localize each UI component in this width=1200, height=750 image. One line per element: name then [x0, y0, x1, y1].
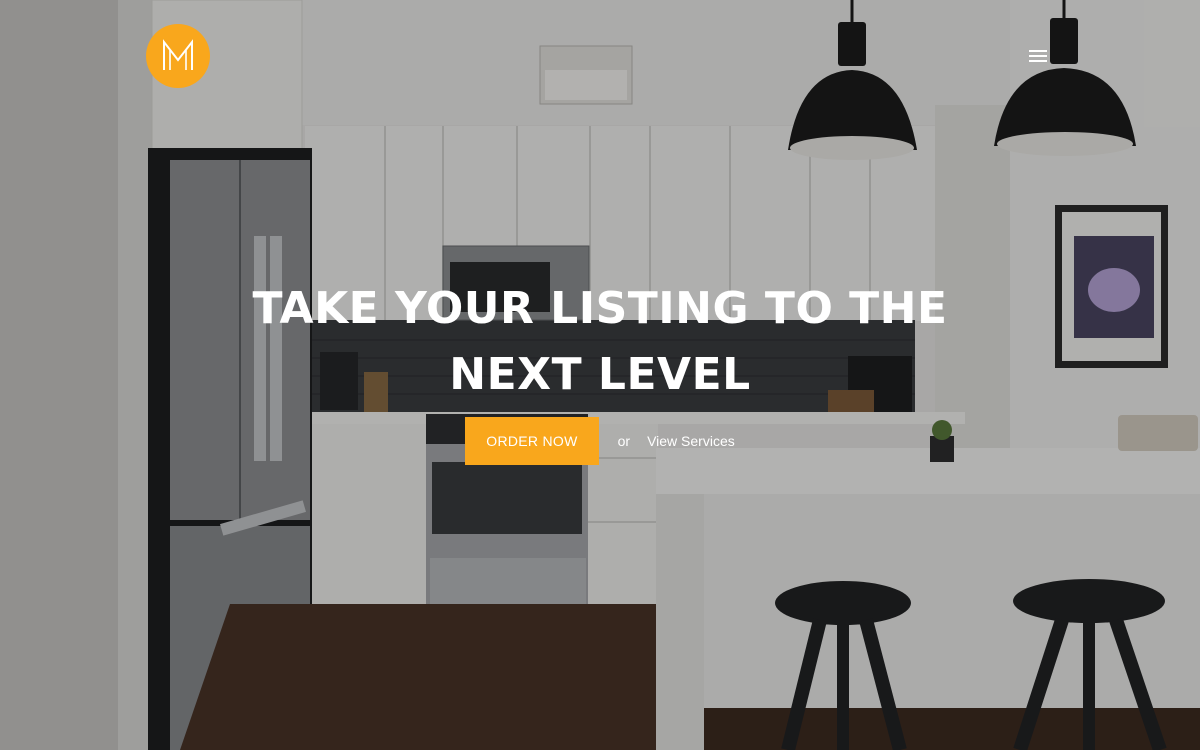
hamburger-menu-icon	[1029, 50, 1047, 62]
cta-separator-text: or	[617, 433, 631, 449]
hero-cta-row: ORDER NOW or View Services	[0, 417, 1200, 465]
view-services-link[interactable]: View Services	[647, 433, 735, 449]
monogram-logo-icon	[146, 24, 210, 88]
hero-headline-line-1: TAKE YOUR LISTING TO THE	[252, 283, 948, 334]
hero-headline: TAKE YOUR LISTING TO THE NEXT LEVEL	[150, 276, 1050, 408]
site-logo[interactable]	[146, 24, 210, 88]
hero-section: TAKE YOUR LISTING TO THE NEXT LEVEL ORDE…	[0, 0, 1200, 750]
hamburger-menu-button[interactable]	[1024, 42, 1052, 70]
order-now-button[interactable]: ORDER NOW	[465, 417, 599, 465]
hero-headline-line-2: NEXT LEVEL	[449, 349, 751, 400]
